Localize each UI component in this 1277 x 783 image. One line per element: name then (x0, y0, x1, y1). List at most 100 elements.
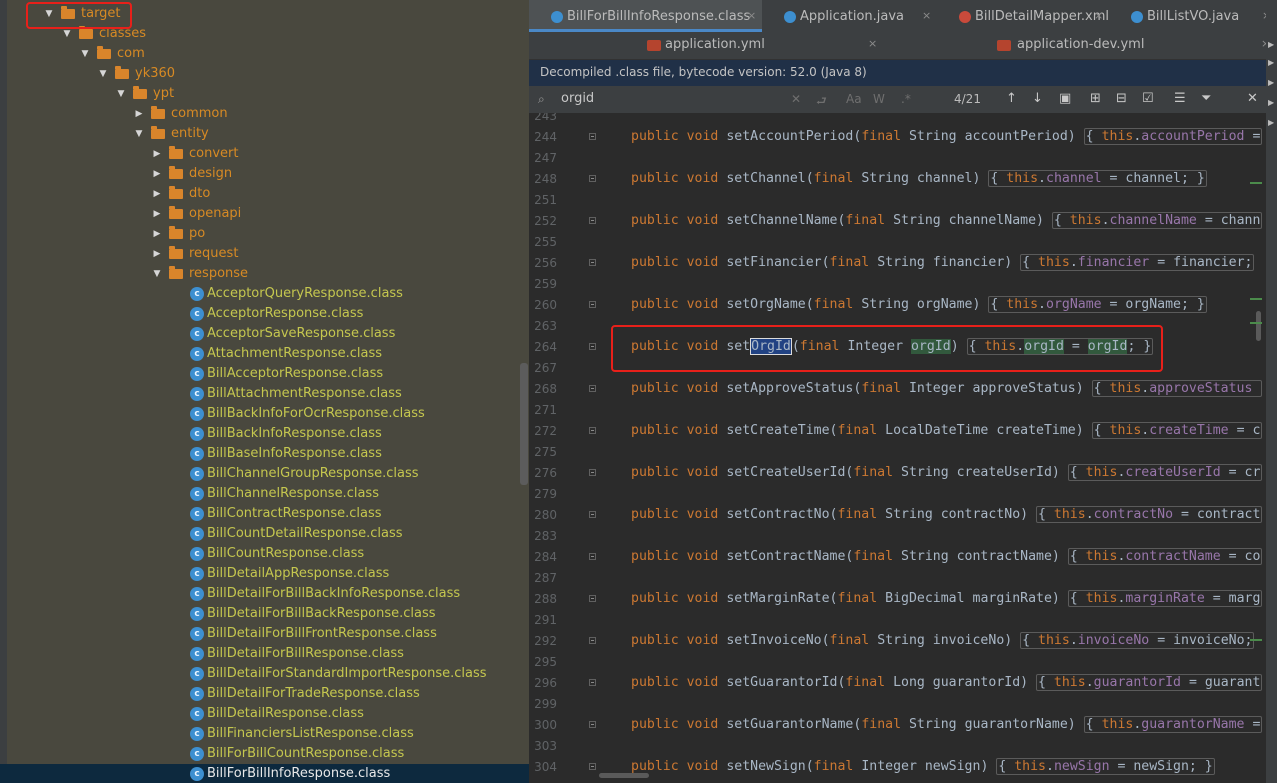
close-tab-icon[interactable]: × (1094, 0, 1103, 33)
close-tab-icon[interactable]: × (922, 0, 931, 33)
tree-item[interactable]: c BillBackInfoResponse.class (0, 424, 529, 444)
fold-marker-icon[interactable] (589, 385, 596, 392)
add-selection-icon[interactable]: ⊞ (1090, 91, 1101, 106)
fold-marker-icon[interactable] (589, 511, 596, 518)
collapsed-arrow-icon[interactable]: ▶ (133, 104, 145, 124)
tree-item[interactable]: c BillFinanciersListResponse.class (0, 724, 529, 744)
tree-item[interactable]: ▶ request (0, 244, 529, 264)
tree-item[interactable]: ▶ dto (0, 184, 529, 204)
tree-item[interactable]: c BillDetailForStandardImportResponse.cla… (0, 664, 529, 684)
fold-marker-icon[interactable] (589, 217, 596, 224)
close-find-icon[interactable]: ✕ (1247, 91, 1258, 106)
tree-item[interactable]: ▶ convert (0, 144, 529, 164)
collapsed-arrow-icon[interactable]: ▶ (151, 204, 163, 224)
tree-item[interactable]: c BillDetailForBillBackResponse.class (0, 604, 529, 624)
code-area[interactable]: 243 244 public void setAccountPeriod(final… (529, 113, 1277, 783)
fold-marker-icon[interactable] (589, 301, 596, 308)
filter-icon[interactable]: ⏷ (1201, 91, 1211, 106)
tree-item[interactable]: c BillChannelResponse.class (0, 484, 529, 504)
select-all-occurrences-icon[interactable]: ▣ (1059, 91, 1071, 106)
tree-item[interactable]: c BillChannelGroupResponse.class (0, 464, 529, 484)
collapsed-arrow-icon[interactable]: ▶ (151, 164, 163, 184)
fold-marker-icon[interactable] (589, 469, 596, 476)
editor-tab[interactable]: BillForBillInfoResponse.class × (529, 0, 762, 32)
fold-marker-icon[interactable] (589, 343, 596, 350)
close-tab-icon[interactable]: × (868, 31, 877, 57)
tree-item[interactable]: c BillBackInfoForOcrResponse.class (0, 404, 529, 424)
fold-marker-icon[interactable] (589, 427, 596, 434)
tree-item[interactable]: ▶ design (0, 164, 529, 184)
tree-item[interactable]: c BillAcceptorResponse.class (0, 364, 529, 384)
scroll-arrow-icon[interactable]: ▶ (1268, 98, 1274, 107)
tree-item[interactable]: c BillDetailResponse.class (0, 704, 529, 724)
regex-toggle[interactable]: .* (901, 92, 911, 106)
search-icon[interactable]: ⌕ (538, 92, 545, 107)
tree-item[interactable]: c BillContractResponse.class (0, 504, 529, 524)
new-line-icon[interactable]: ⮐ (816, 92, 827, 113)
scroll-arrow-icon[interactable]: ▶ (1268, 118, 1274, 127)
tree-item[interactable]: c BillDetailForTradeResponse.class (0, 684, 529, 704)
fold-marker-icon[interactable] (589, 763, 596, 770)
collapsed-arrow-icon[interactable]: ▶ (151, 144, 163, 164)
tree-item[interactable]: c BillDetailAppResponse.class (0, 564, 529, 584)
tree-item[interactable]: ▼ entity (0, 124, 529, 144)
scroll-arrow-icon[interactable]: ▶ (1268, 58, 1274, 67)
tree-item[interactable]: c AcceptorSaveResponse.class (0, 324, 529, 344)
editor-tab[interactable]: application-dev.yml× (884, 32, 1277, 59)
scroll-arrow-icon[interactable]: ▶ (1268, 40, 1274, 49)
tree-item[interactable]: c AcceptorQueryResponse.class (0, 284, 529, 304)
collapsed-arrow-icon[interactable]: ▶ (151, 184, 163, 204)
previous-occurrence-icon[interactable]: ↑ (1006, 91, 1017, 106)
editor-tab[interactable]: BillListVO.java× (1109, 0, 1277, 32)
filter-options-icon[interactable]: ☰ (1174, 91, 1186, 106)
tree-item[interactable]: c BillAttachmentResponse.class (0, 384, 529, 404)
fold-marker-icon[interactable] (589, 133, 596, 140)
collapsed-arrow-icon[interactable]: ▶ (151, 244, 163, 264)
select-all-icon[interactable]: ☑ (1142, 91, 1154, 106)
tree-item[interactable]: c AcceptorResponse.class (0, 304, 529, 324)
tree-item[interactable]: c BillForBillInfoResponse.class (0, 764, 529, 783)
match-case-toggle[interactable]: Aa (846, 92, 862, 106)
tree-item[interactable]: c BillDetailForBillFrontResponse.class (0, 624, 529, 644)
tree-item[interactable]: ▶ openapi (0, 204, 529, 224)
close-tab-icon[interactable]: × (747, 0, 756, 33)
tree-item[interactable]: c AttachmentResponse.class (0, 344, 529, 364)
search-input[interactable]: orgid (561, 91, 594, 106)
tree-item[interactable]: c BillCountResponse.class (0, 544, 529, 564)
fold-marker-icon[interactable] (589, 595, 596, 602)
tree-item[interactable]: ▶ po (0, 224, 529, 244)
fold-marker-icon[interactable] (589, 721, 596, 728)
editor-tab[interactable]: application.yml × (529, 32, 884, 59)
expanded-arrow-icon[interactable]: ▼ (133, 124, 145, 144)
tree-item[interactable]: ▼ response (0, 264, 529, 284)
tree-item[interactable]: c BillDetailForBillBackInfoResponse.class (0, 584, 529, 604)
expanded-arrow-icon[interactable]: ▼ (97, 64, 109, 84)
next-occurrence-icon[interactable]: ↓ (1032, 91, 1043, 106)
editor-tab[interactable]: BillDetailMapper.xml × (937, 0, 1109, 32)
fold-marker-icon[interactable] (589, 553, 596, 560)
fold-marker-icon[interactable] (589, 637, 596, 644)
fold-marker-icon[interactable] (589, 175, 596, 182)
tree-item[interactable]: c BillDetailForBillResponse.class (0, 644, 529, 664)
horizontal-scrollbar[interactable] (599, 773, 649, 778)
editor-scrollbar-thumb[interactable] (1256, 311, 1261, 341)
scroll-arrow-icon[interactable]: ▶ (1268, 78, 1274, 87)
tree-scrollbar[interactable] (520, 363, 528, 485)
expanded-arrow-icon[interactable]: ▼ (115, 84, 127, 104)
tree-item[interactable]: c BillCountDetailResponse.class (0, 524, 529, 544)
tree-item[interactable]: c BillBaseInfoResponse.class (0, 444, 529, 464)
editor-tab[interactable]: Application.java × (762, 0, 937, 32)
expanded-arrow-icon[interactable]: ▼ (151, 264, 163, 284)
clear-search-icon[interactable]: ✕ (791, 92, 801, 106)
fold-marker-icon[interactable] (589, 679, 596, 686)
tree-item[interactable]: ▼ com (0, 44, 529, 64)
tree-item[interactable]: ▼ ypt (0, 84, 529, 104)
words-toggle[interactable]: W (873, 92, 885, 106)
expanded-arrow-icon[interactable]: ▼ (79, 44, 91, 64)
tree-item[interactable]: ▶ common (0, 104, 529, 124)
fold-marker-icon[interactable] (589, 259, 596, 266)
tree-item[interactable]: c BillForBillCountResponse.class (0, 744, 529, 764)
remove-selection-icon[interactable]: ⊟ (1116, 91, 1127, 106)
tree-item[interactable]: ▼ yk360 (0, 64, 529, 84)
collapsed-arrow-icon[interactable]: ▶ (151, 224, 163, 244)
